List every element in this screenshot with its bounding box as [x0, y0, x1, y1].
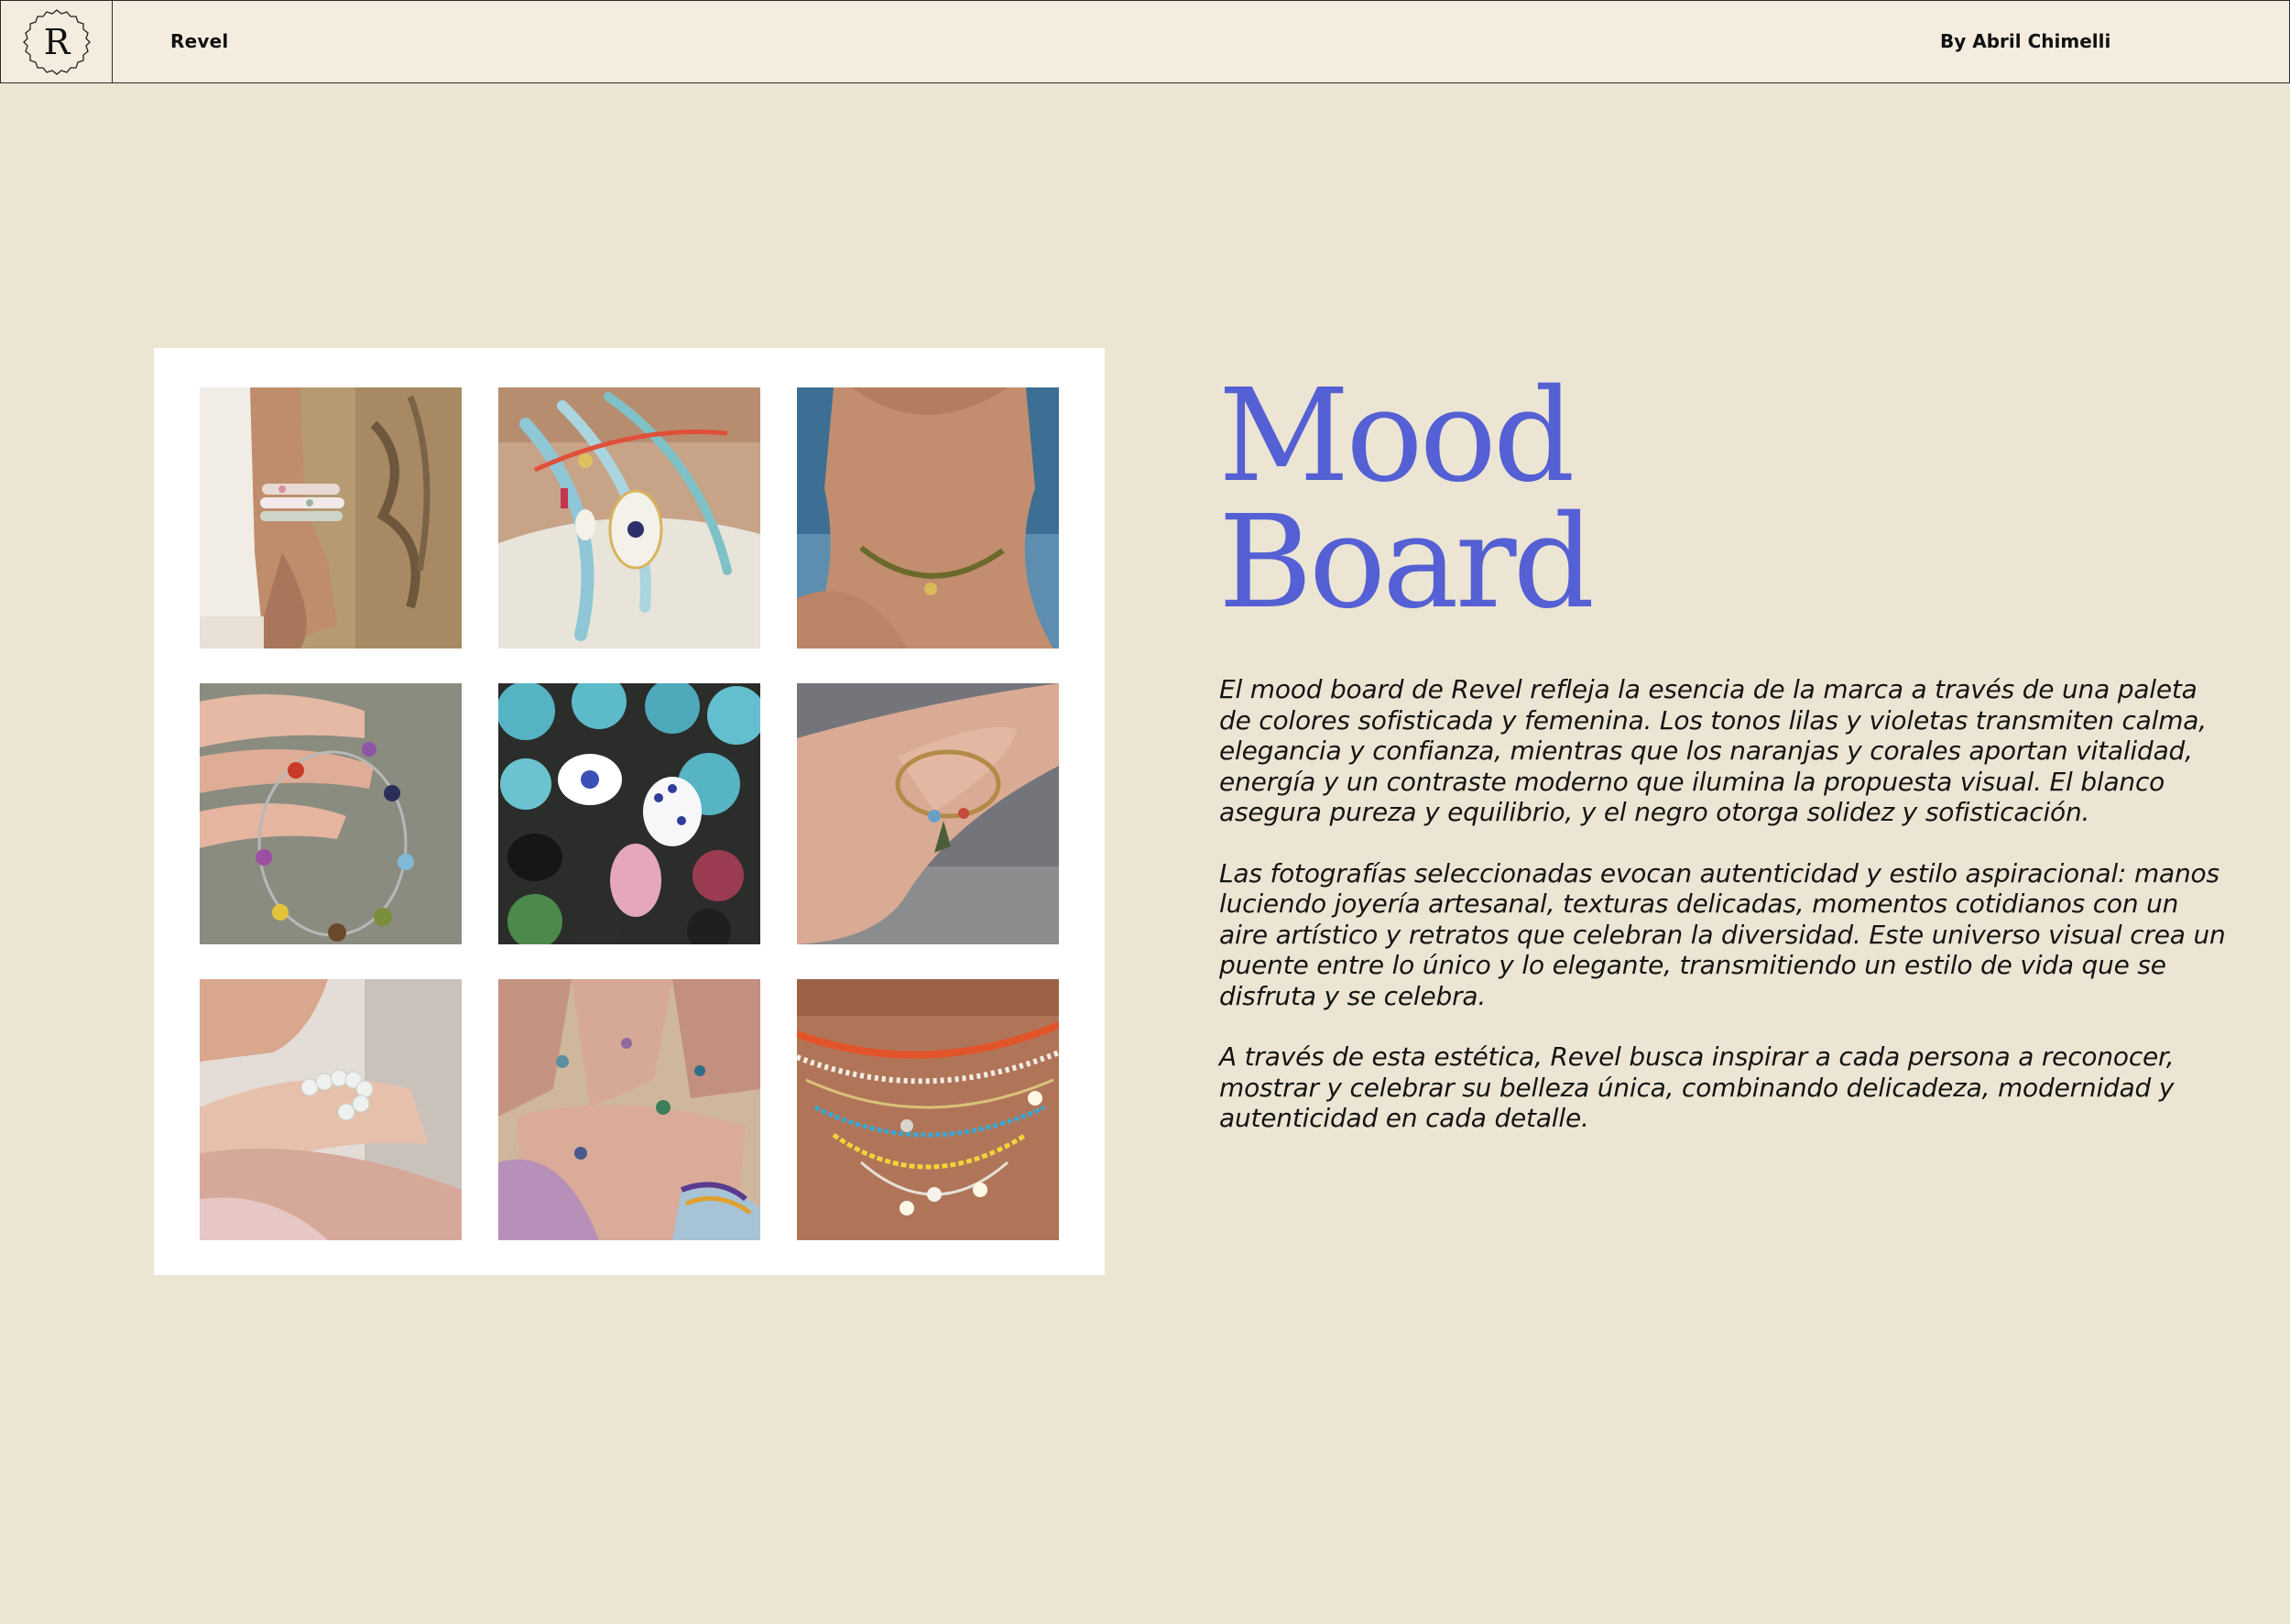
- logo-seal-icon: R: [22, 8, 91, 75]
- photo-fingers-gemstone-bracelet: [200, 683, 462, 944]
- logo-letter: R: [43, 22, 71, 62]
- top-bar: R Revel By Abril Chimelli: [0, 0, 2290, 83]
- paragraph-palette: El mood board de Revel refleja la esenci…: [1219, 674, 2207, 827]
- photo-neck-gold-choker: [797, 387, 1059, 649]
- photo-hand-turquoise-necklaces: [498, 387, 760, 649]
- photo-hands-rings-bracelets: [498, 979, 760, 1240]
- photo-wrist-white-bead-bracelet: [200, 979, 462, 1240]
- photo-wrist-thin-bracelet: [797, 683, 1059, 944]
- page-title: Mood Board: [1218, 362, 1595, 638]
- title-line-1: Mood: [1218, 362, 1576, 511]
- logo[interactable]: R: [1, 1, 113, 82]
- photo-layered-seed-bead-necklaces: [797, 979, 1059, 1240]
- brand-name: Revel: [170, 30, 229, 52]
- mood-board-grid: [154, 348, 1105, 1275]
- author-credit: By Abril Chimelli: [1940, 30, 2111, 52]
- title-line-2: Board: [1218, 488, 1595, 638]
- paragraph-aesthetic: A través de esta estética, Revel busca i…: [1219, 1041, 2175, 1133]
- photo-turquoise-evil-eye-beads: [498, 683, 760, 944]
- description: El mood board de Revel refleja la esenci…: [1219, 674, 2227, 1164]
- paragraph-photography: Las fotografías seleccionadas evocan aut…: [1219, 857, 2226, 1011]
- photo-wrist-white-bracelets: [200, 387, 462, 649]
